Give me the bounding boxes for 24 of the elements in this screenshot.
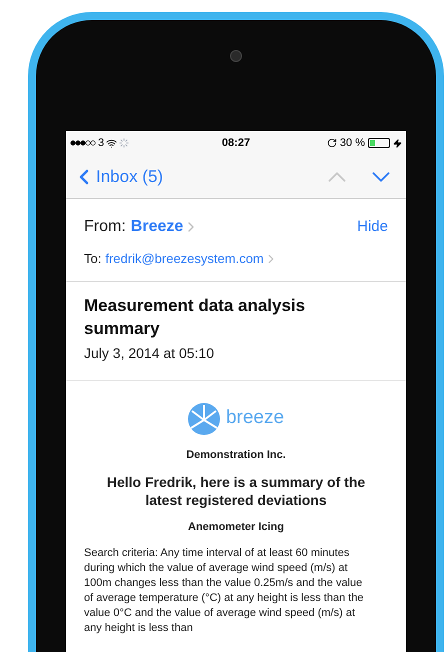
logo-icon — [188, 402, 220, 434]
battery-icon — [368, 138, 390, 148]
carrier-text: 3 — [98, 136, 104, 151]
email-date: July 3, 2014 at 05:10 — [84, 344, 215, 363]
camera-icon — [230, 50, 242, 62]
back-button[interactable]: Inbox (5) — [72, 164, 164, 190]
recipient-link[interactable]: fredrik@breezesystem.com — [105, 249, 278, 268]
sender-link[interactable]: Breeze — [130, 215, 200, 239]
rotation-lock-icon — [326, 138, 337, 148]
company-name: Demonstration Inc. — [186, 448, 286, 462]
clock-text: 08:27 — [220, 136, 252, 151]
battery-text: 30 % — [340, 136, 365, 151]
hide-button[interactable]: Hide — [357, 216, 388, 238]
wifi-icon — [106, 138, 118, 148]
logo-text: breeze — [226, 406, 284, 430]
activity-icon — [119, 138, 130, 148]
from-label: From: — [84, 217, 126, 237]
charging-icon — [393, 138, 402, 148]
greeting-heading: Hello Fredrik, here is a summary of the latest registered deviations — [106, 473, 366, 509]
criteria-paragraph: Search criteria: Any time interval of at least 60 minutes during which the value of average wind speed (m/s) at 100m changes less than the value 0.25m/s and the value of average temperature (°C) at any height is less than the value 0°C and the value of average wind speed (m/s) at any height is less than — [84, 546, 365, 636]
to-label: To: — [84, 250, 102, 268]
email-subject: Measurement data analysis summary — [84, 294, 306, 340]
section-title: Anemometer Icing — [188, 520, 284, 535]
signal-icon — [70, 140, 96, 146]
